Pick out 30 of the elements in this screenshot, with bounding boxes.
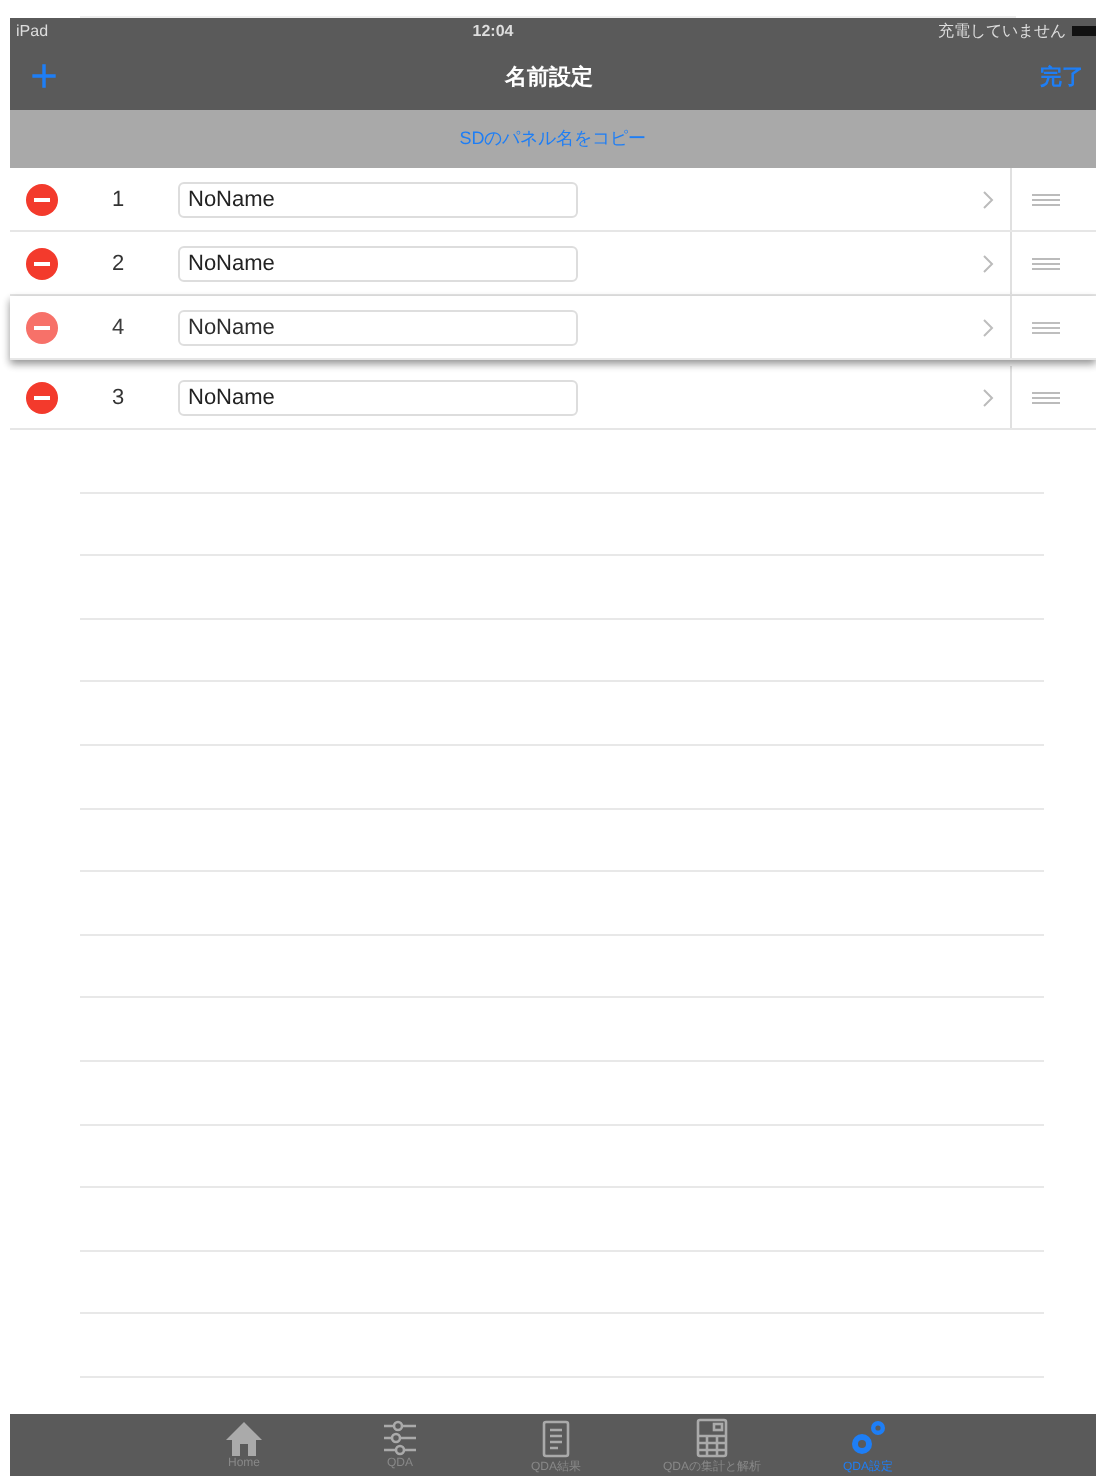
chevron-icon (982, 387, 994, 407)
device-name: iPad (16, 22, 49, 40)
battery-status: 充電していません (937, 20, 1066, 42)
chevron-icon (982, 253, 994, 273)
nav-title: 名前設定 (505, 63, 593, 92)
table-row[interactable]: 4 NoName (10, 296, 1096, 360)
name-field[interactable]: NoName (178, 181, 578, 217)
name-field[interactable]: NoName (178, 379, 578, 415)
status-time: 12:04 (472, 22, 514, 40)
delete-icon[interactable] (26, 183, 58, 215)
name-field[interactable]: NoName (178, 309, 578, 345)
name-field[interactable]: NoName (178, 245, 578, 281)
table-row[interactable]: 1 NoName (10, 168, 1096, 232)
reorder-icon[interactable] (1032, 391, 1060, 403)
row-number: 2 (109, 251, 127, 275)
table-row[interactable]: 2 NoName (10, 232, 1096, 296)
row-number: 1 (109, 187, 127, 211)
delete-icon[interactable] (26, 247, 58, 279)
reorder-icon[interactable] (1032, 257, 1060, 269)
reorder-icon[interactable] (1032, 193, 1060, 205)
delete-icon[interactable] (26, 311, 58, 343)
row-number: 3 (109, 385, 127, 409)
reorder-icon[interactable] (1032, 321, 1060, 333)
chevron-icon (982, 189, 994, 209)
chevron-icon (982, 317, 994, 337)
calculator-icon (692, 1418, 732, 1458)
table-row[interactable]: 3 NoName (10, 366, 1096, 430)
battery-icon (1071, 26, 1096, 36)
row-number: 4 (109, 315, 127, 339)
delete-icon[interactable] (26, 381, 58, 413)
